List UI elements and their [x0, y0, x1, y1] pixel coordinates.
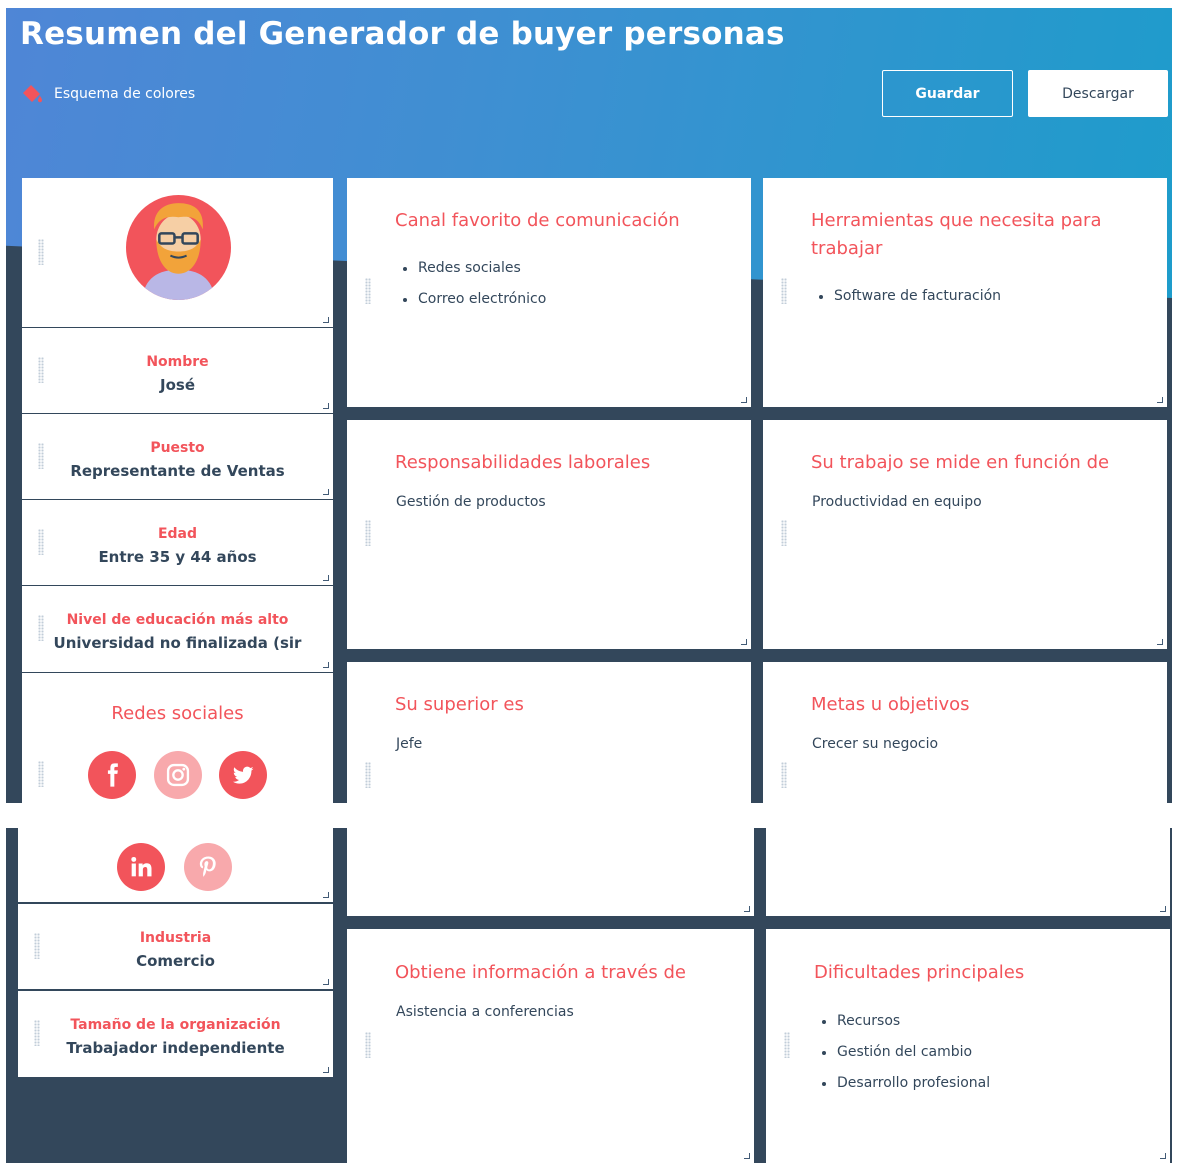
save-button[interactable]: Guardar — [882, 70, 1013, 117]
superior-tile-continued[interactable] — [347, 828, 754, 916]
drag-handle[interactable] — [365, 1032, 371, 1058]
list-item: Redes sociales — [403, 260, 546, 291]
tile-text: Asistencia a conferencias — [396, 1004, 574, 1020]
page-title: Resumen del Generador de buyer personas — [20, 16, 785, 52]
drag-handle[interactable] — [365, 762, 371, 788]
tile-title: Su superior es — [395, 694, 524, 715]
instagram-icon[interactable] — [154, 751, 202, 799]
field-label: Industria — [139, 930, 212, 946]
education-card[interactable]: Nivel de educación más alto Universidad … — [22, 586, 333, 672]
drag-handle[interactable] — [781, 278, 787, 304]
avatar-card[interactable] — [22, 178, 333, 327]
tile-title: Metas u objetivos — [811, 694, 970, 715]
field-value: José — [160, 376, 195, 394]
color-scheme-label: Esquema de colores — [54, 86, 196, 102]
superior-tile[interactable]: Su superior es Jefe — [347, 662, 751, 803]
tile-text: Crecer su negocio — [812, 736, 939, 752]
facebook-icon[interactable] — [88, 751, 136, 799]
channel-tile[interactable]: Canal favorito de comunicación Redes soc… — [347, 178, 751, 407]
resize-handle[interactable] — [741, 397, 747, 403]
list-item: Gestión del cambio — [822, 1044, 990, 1075]
resize-handle[interactable] — [323, 892, 329, 898]
responsibilities-tile[interactable]: Responsabilidades laborales Gestión de p… — [347, 420, 751, 649]
tile-text: Jefe — [396, 736, 423, 752]
pinterest-icon[interactable] — [184, 843, 232, 891]
resize-handle[interactable] — [1160, 906, 1166, 912]
social-networks-card-continued[interactable] — [18, 828, 333, 902]
summary-lower-section: Industria Comercio Tamaño de la organiza… — [6, 828, 1172, 1163]
list-item: Correo electrónico — [403, 291, 546, 322]
role-card[interactable]: Puesto Representante de Ventas — [22, 414, 333, 499]
info-tile[interactable]: Obtiene información a través de Asistenc… — [347, 929, 754, 1163]
tile-title: Canal favorito de comunicación — [395, 210, 680, 231]
summary-upper-section: Resumen del Generador de buyer personas … — [6, 8, 1172, 803]
tools-tile[interactable]: Herramientas que necesita para trabajar … — [763, 178, 1167, 407]
field-label: Nombre — [146, 354, 209, 370]
resize-handle[interactable] — [1157, 397, 1163, 403]
avatar — [126, 195, 231, 300]
tile-title: Dificultades principales — [814, 962, 1025, 983]
list-item: Software de facturación — [819, 288, 1001, 319]
field-value: Trabajador independiente — [66, 1039, 285, 1057]
name-card[interactable]: Nombre José — [22, 328, 333, 413]
tile-text: Productividad en equipo — [812, 494, 982, 510]
resize-handle[interactable] — [323, 979, 329, 985]
download-button[interactable]: Descargar — [1028, 70, 1168, 117]
challenges-list: Recursos Gestión del cambio Desarrollo p… — [822, 1013, 990, 1106]
resize-handle[interactable] — [1157, 639, 1163, 645]
field-label: Nivel de educación más alto — [66, 612, 289, 628]
tile-title: Su trabajo se mide en función de — [811, 452, 1110, 473]
tile-title: Herramientas que necesita para trabajar — [811, 210, 1102, 259]
drag-handle[interactable] — [38, 761, 44, 787]
industry-card[interactable]: Industria Comercio — [18, 904, 333, 989]
resize-handle[interactable] — [323, 662, 329, 668]
field-value: Universidad no finalizada (sir — [53, 634, 302, 652]
org-size-card[interactable]: Tamaño de la organización Trabajador ind… — [18, 991, 333, 1077]
list-item: Recursos — [822, 1013, 990, 1044]
resize-handle[interactable] — [744, 1153, 750, 1159]
age-card[interactable]: Edad Entre 35 y 44 años — [22, 500, 333, 585]
color-scheme-toggle[interactable]: Esquema de colores — [20, 82, 195, 106]
tile-title: Obtiene información a través de — [395, 962, 686, 983]
channel-list: Redes sociales Correo electrónico — [403, 260, 546, 322]
resize-handle[interactable] — [323, 403, 329, 409]
resize-handle[interactable] — [323, 489, 329, 495]
challenges-tile[interactable]: Dificultades principales Recursos Gestió… — [766, 929, 1170, 1163]
social-networks-card[interactable]: Redes sociales — [22, 673, 333, 803]
twitter-icon[interactable] — [219, 751, 267, 799]
tile-title: Responsabilidades laborales — [395, 452, 651, 473]
drag-handle[interactable] — [781, 520, 787, 546]
social-title: Redes sociales — [111, 703, 244, 724]
resize-handle[interactable] — [1160, 1153, 1166, 1159]
drag-handle[interactable] — [781, 762, 787, 788]
linkedin-icon[interactable] — [117, 843, 165, 891]
field-label: Puesto — [150, 440, 205, 456]
field-label: Edad — [157, 526, 198, 542]
resize-handle[interactable] — [323, 317, 329, 323]
drag-handle[interactable] — [784, 1032, 790, 1058]
drag-handle[interactable] — [365, 278, 371, 304]
drag-handle[interactable] — [38, 239, 44, 265]
tools-list: Software de facturación — [819, 288, 1001, 319]
field-value: Representante de Ventas — [70, 462, 285, 480]
paint-bucket-icon — [23, 85, 42, 103]
field-label: Tamaño de la organización — [70, 1017, 281, 1033]
goals-tile-continued[interactable] — [766, 828, 1170, 916]
resize-handle[interactable] — [323, 575, 329, 581]
drag-handle[interactable] — [365, 520, 371, 546]
resize-handle[interactable] — [744, 906, 750, 912]
field-value: Comercio — [136, 952, 215, 970]
list-item: Desarrollo profesional — [822, 1075, 990, 1106]
measured-tile[interactable]: Su trabajo se mide en función de Product… — [763, 420, 1167, 649]
tile-text: Gestión de productos — [396, 494, 546, 510]
resize-handle[interactable] — [323, 1067, 329, 1073]
resize-handle[interactable] — [741, 639, 747, 645]
goals-tile[interactable]: Metas u objetivos Crecer su negocio — [763, 662, 1167, 803]
field-value: Entre 35 y 44 años — [98, 548, 257, 566]
